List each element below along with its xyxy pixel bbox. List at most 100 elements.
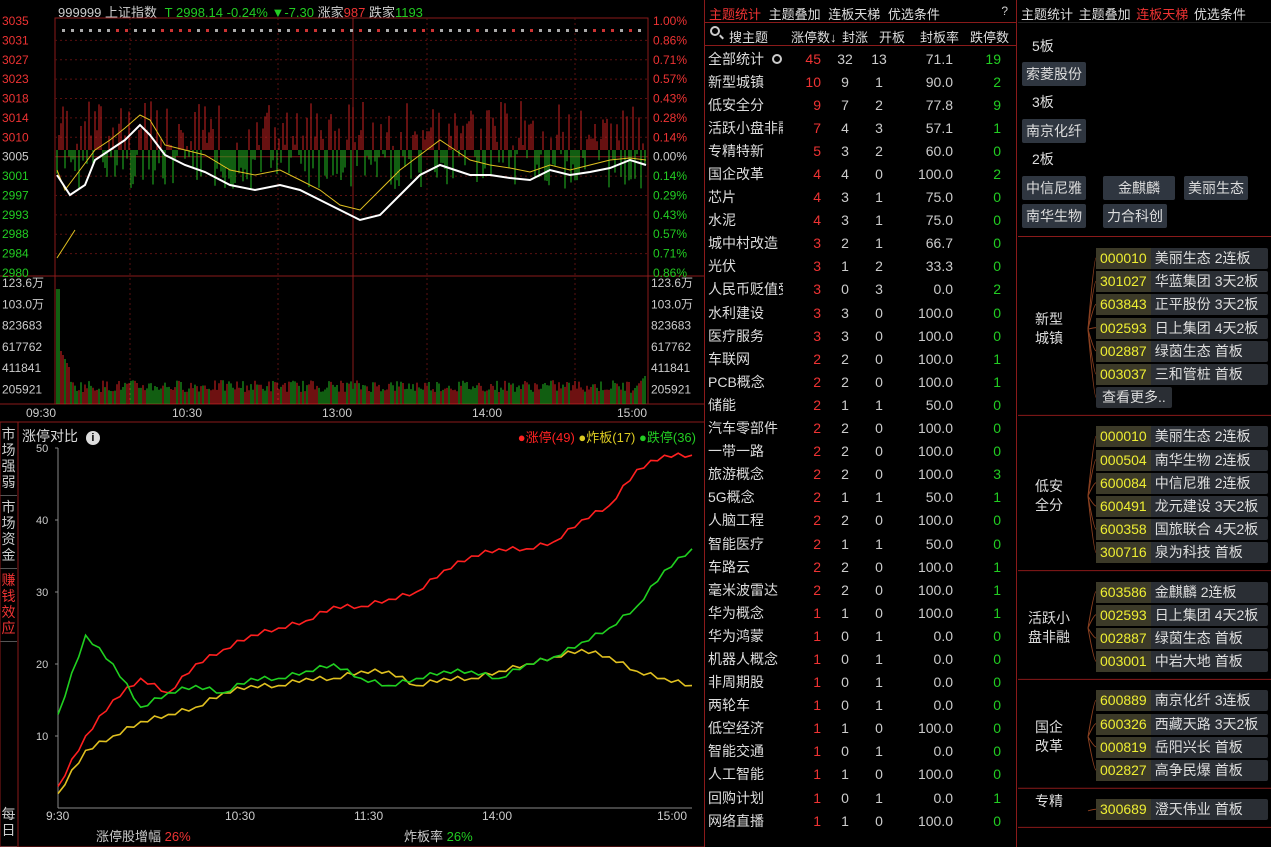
theme-name: 全部统计 <box>705 47 783 70</box>
ladder-stock-tag[interactable]: 600358 国旅联合 4天2板 <box>1096 519 1268 541</box>
ladder-stock-tag[interactable]: 002827 高争民爆 首板 <box>1096 760 1268 781</box>
stock-btn-l2-2[interactable]: 美丽生态 <box>1184 176 1248 200</box>
theme-row[interactable]: PCB概念 2 2 0 100.0 1 <box>705 370 1009 393</box>
ladder-stock-tag[interactable]: 000010 美丽生态 2连板 <box>1096 426 1268 448</box>
theme-row[interactable]: 毫米波雷达 2 2 0 100.0 1 <box>705 578 1009 601</box>
zt-count: 10 <box>805 73 821 90</box>
stock-btn-l2-4[interactable]: 力合科创 <box>1103 204 1167 228</box>
tab-ladder-2[interactable]: 连板天梯 <box>1136 7 1188 22</box>
ladder-stock-tag[interactable]: 003001 中岩大地 首板 <box>1096 651 1268 673</box>
theme-row[interactable]: 人民币贬值受益 3 0 3 0.0 2 <box>705 278 1009 301</box>
theme-row[interactable]: 水利建设 3 3 0 100.0 0 <box>705 301 1009 324</box>
theme-row[interactable]: 新型城镇 10 9 1 90.0 2 <box>705 70 1009 93</box>
theme-row[interactable]: 国企改革 4 4 0 100.0 2 <box>705 162 1009 185</box>
theme-row[interactable]: 两轮车 1 0 1 0.0 0 <box>705 694 1009 717</box>
theme-row-all[interactable]: 全部统计 45 32 13 71.1 19 <box>705 47 1009 70</box>
ladder-stock-tag[interactable]: 301027 华蓝集团 3天2板 <box>1096 271 1268 293</box>
theme-row[interactable]: 活跃小盘非融 7 4 3 57.1 1 <box>705 116 1009 139</box>
view-more-button[interactable]: 查看更多.. <box>1096 387 1172 409</box>
theme-row[interactable]: 车路云 2 2 0 100.0 1 <box>705 555 1009 578</box>
theme-row[interactable]: 智能交通 1 0 1 0.0 0 <box>705 740 1009 763</box>
theme-row[interactable]: 汽车零部件 2 2 0 100.0 0 <box>705 417 1009 440</box>
zt-count: 2 <box>813 443 821 460</box>
theme-row[interactable]: 华为概念 1 1 0 100.0 1 <box>705 601 1009 624</box>
theme-row[interactable]: 光伏 3 1 2 33.3 0 <box>705 255 1009 278</box>
ladder-stock-tag[interactable]: 000010 美丽生态 2连板 <box>1096 248 1268 269</box>
theme-header-row: 搜主题 涨停数↓ 封涨 开板 封板率 跌停数 <box>705 22 1016 46</box>
theme-row[interactable]: 网络直播 1 1 0 100.0 0 <box>705 809 1009 832</box>
theme-row[interactable]: 非周期股 1 0 1 0.0 0 <box>705 671 1009 694</box>
ladder-stock-tag[interactable]: 000819 岳阳兴长 首板 <box>1096 736 1268 758</box>
tab-theme-stats-2[interactable]: 主题统计 <box>1021 7 1073 22</box>
search-theme-input[interactable]: 搜主题 <box>729 27 768 46</box>
open-count: 0 <box>875 466 883 483</box>
ladder-stock-tag[interactable]: 600889 南京化纤 3连板 <box>1096 690 1268 712</box>
help-icon[interactable]: ? <box>1001 4 1008 18</box>
stock-board-label: 3天2板 <box>1214 296 1259 313</box>
theme-row[interactable]: 回购计划 1 0 1 0.0 1 <box>705 786 1009 809</box>
theme-row[interactable]: 专精特新 5 3 2 60.0 0 <box>705 139 1009 162</box>
theme-row[interactable]: 智能医疗 2 1 1 50.0 0 <box>705 532 1009 555</box>
stock-board-label: 2连板 <box>1214 474 1251 491</box>
col-zt-count[interactable]: 涨停数↓ <box>791 27 837 46</box>
ladder-stock-tag[interactable]: 600326 西藏天路 3天2板 <box>1096 713 1268 735</box>
ladder-stock-tag[interactable]: 300689 澄天伟业 首板 <box>1096 799 1268 821</box>
ladder-stock-tag[interactable]: 002593 日上集团 4天2板 <box>1096 317 1268 339</box>
theme-row[interactable]: 芯片 4 3 1 75.0 0 <box>705 186 1009 209</box>
tab-theme-stats[interactable]: 主题统计 <box>709 7 761 22</box>
stock-btn-l2-0[interactable]: 中信尼雅 <box>1022 176 1086 200</box>
ladder-stock-tag[interactable]: 002593 日上集团 4天2板 <box>1096 604 1268 626</box>
theme-row[interactable]: 车联网 2 2 0 100.0 1 <box>705 347 1009 370</box>
ladder-stock-tag[interactable]: 600491 龙元建设 3天2板 <box>1096 496 1268 517</box>
theme-row[interactable]: 机器人概念 1 0 1 0.0 0 <box>705 647 1009 670</box>
theme-row[interactable]: 低安全分 9 7 2 77.8 9 <box>705 93 1009 116</box>
seal-count: 1 <box>841 766 849 783</box>
theme-row[interactable]: 旅游概念 2 2 0 100.0 3 <box>705 463 1009 486</box>
limit-compare-chart[interactable]: 10 20 30 40 50 9:30 10:30 11:30 14:00 15:00 <box>0 0 705 847</box>
ladder-stock-tag[interactable]: 000504 南华生物 2连板 <box>1096 449 1268 471</box>
ladder-stock-tag[interactable]: 603843 正平股份 3天2板 <box>1096 294 1268 316</box>
seal-rate: 77.8 <box>925 96 953 113</box>
tab-theme-overlay[interactable]: 主题叠加 <box>769 7 821 22</box>
col-seal[interactable]: 封涨 <box>842 27 868 46</box>
stock-name: 金麒麟 <box>1154 583 1197 600</box>
stock-board-label: 首板 <box>1214 630 1243 646</box>
theme-row[interactable]: 水泥 4 3 1 75.0 0 <box>705 209 1009 232</box>
theme-row[interactable]: 人工智能 1 1 0 100.0 0 <box>705 763 1009 786</box>
theme-row[interactable]: 低空经济 1 1 0 100.0 0 <box>705 717 1009 740</box>
ladder-stock-tag[interactable]: 300716 泉为科技 首板 <box>1096 542 1268 564</box>
ladder-stock-tag[interactable]: 603586 金麒麟 2连板 <box>1096 581 1268 603</box>
stock-btn-l3-0[interactable]: 南京化纤 <box>1022 119 1086 143</box>
ladder-stock-tag[interactable]: 600084 中信尼雅 2连板 <box>1096 472 1268 494</box>
stock-board-label: 3天2板 <box>1214 273 1259 290</box>
theme-row[interactable]: 华为鸿蒙 1 0 1 0.0 0 <box>705 624 1009 647</box>
stock-btn-l5-0[interactable]: 索菱股份 <box>1022 62 1086 86</box>
stock-name: 华蓝集团 <box>1154 273 1211 290</box>
ladder-stock-tag[interactable]: 002887 绿茵生态 首板 <box>1096 628 1268 649</box>
compare-frame <box>0 421 705 847</box>
ladder-stock-tag[interactable]: 003037 三和管桩 首板 <box>1096 364 1268 385</box>
zt-count: 45 <box>805 50 821 67</box>
theme-row[interactable]: 城中村改造 3 2 1 66.7 0 <box>705 232 1009 255</box>
dt-count: 0 <box>993 396 1001 413</box>
open-count: 1 <box>875 674 883 691</box>
col-open[interactable]: 开板 <box>879 27 905 46</box>
tab-ladder[interactable]: 连板天梯 <box>828 7 880 22</box>
stock-board-label: 首板 <box>1214 544 1243 561</box>
theme-row[interactable]: 5G概念 2 1 1 50.0 1 <box>705 486 1009 509</box>
theme-name: 车联网 <box>708 350 750 367</box>
tab-filter[interactable]: 优选条件 <box>888 7 940 22</box>
theme-row[interactable]: 一带一路 2 2 0 100.0 0 <box>705 440 1009 463</box>
tab-theme-overlay-2[interactable]: 主题叠加 <box>1079 7 1131 22</box>
stock-btn-l2-1[interactable]: 金麒麟 <box>1103 176 1175 200</box>
zt-count: 5 <box>813 142 821 159</box>
theme-name: 两轮车 <box>708 697 750 714</box>
tab-filter-2[interactable]: 优选条件 <box>1194 7 1246 22</box>
theme-row[interactable]: 人脑工程 2 2 0 100.0 0 <box>705 509 1009 532</box>
stock-btn-l2-3[interactable]: 南华生物 <box>1022 204 1086 228</box>
col-dt-count[interactable]: 跌停数 <box>970 27 1009 46</box>
theme-row[interactable]: 医疗服务 3 3 0 100.0 0 <box>705 324 1009 347</box>
ladder-stock-tag[interactable]: 002887 绿茵生态 首板 <box>1096 340 1268 362</box>
col-seal-rate[interactable]: 封板率 <box>920 27 959 46</box>
theme-row[interactable]: 储能 2 1 1 50.0 0 <box>705 393 1009 416</box>
